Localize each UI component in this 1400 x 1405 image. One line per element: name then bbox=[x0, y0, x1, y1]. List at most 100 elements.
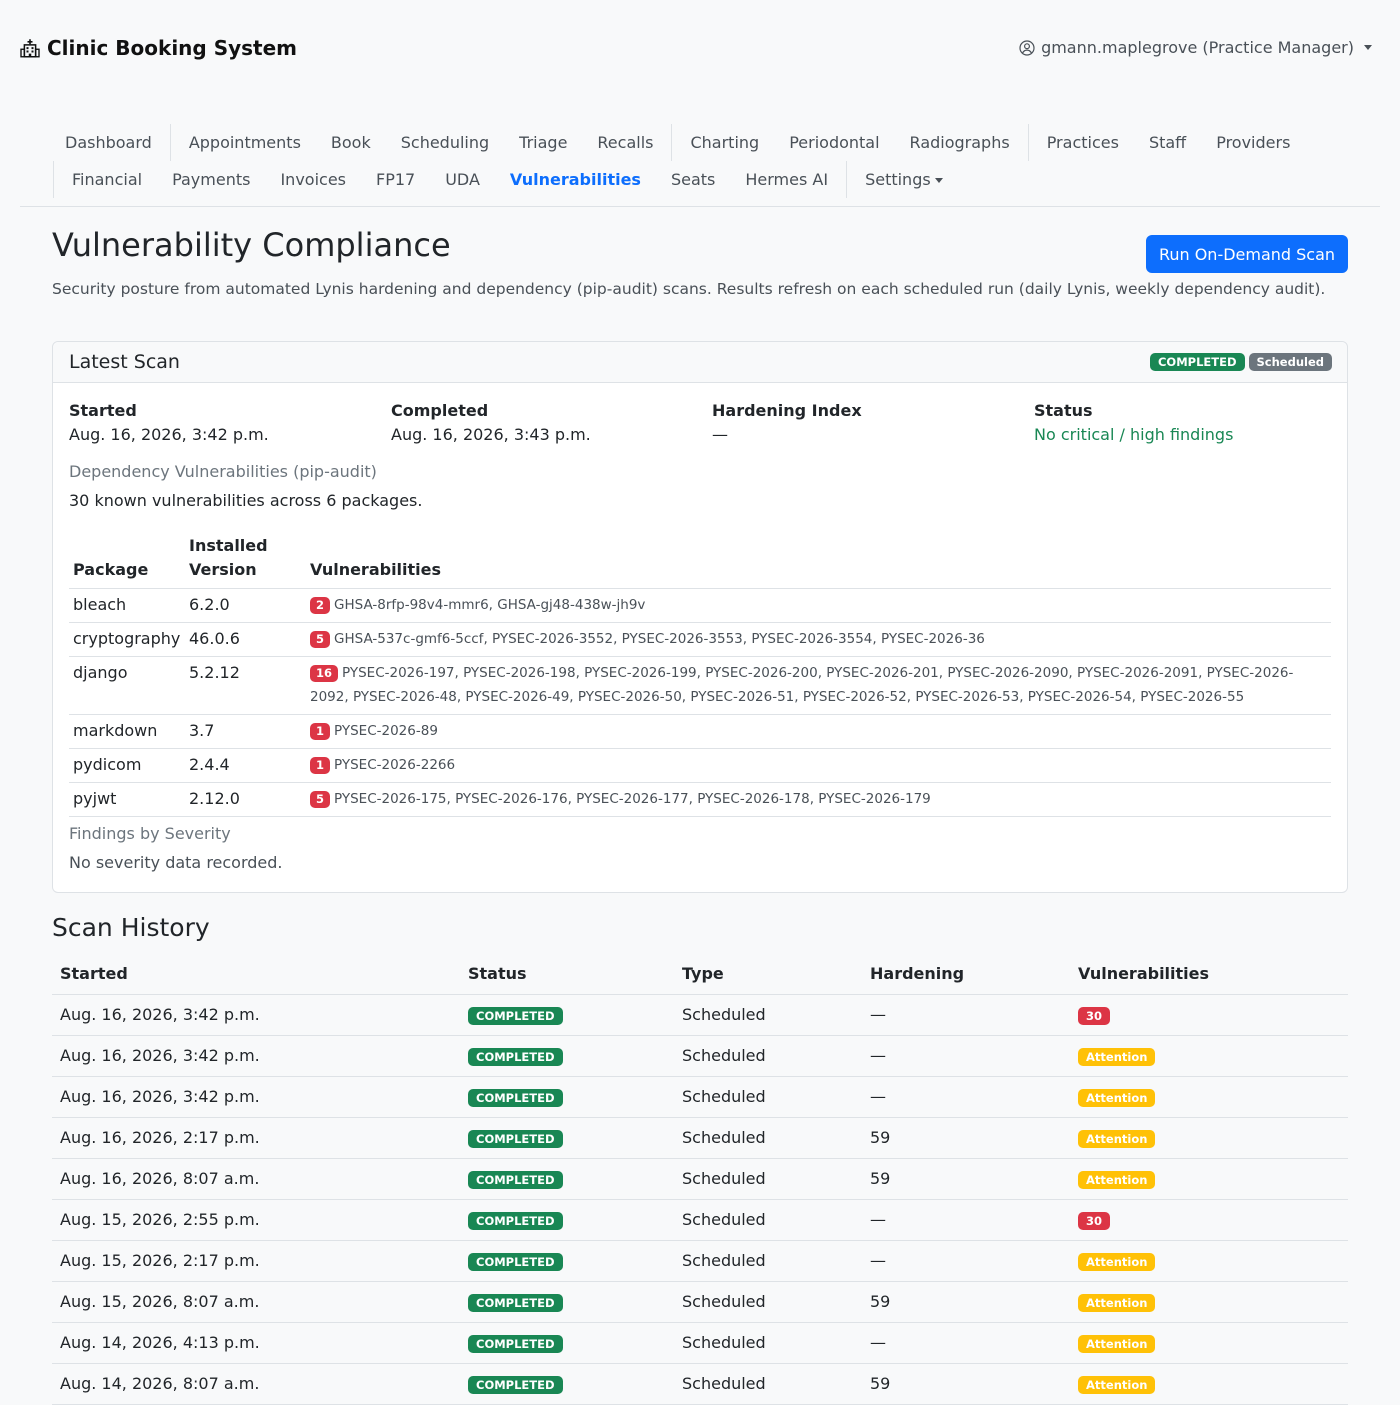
nav-financial[interactable]: Financial bbox=[57, 163, 157, 196]
table-row[interactable]: Aug. 15, 2026, 2:17 p.m. COMPLETED Sched… bbox=[52, 1240, 1348, 1282]
nav-periodontal[interactable]: Periodontal bbox=[774, 126, 894, 159]
nav-invoices[interactable]: Invoices bbox=[265, 163, 361, 196]
run-on-demand-scan-button[interactable]: Run On-Demand Scan bbox=[1146, 235, 1348, 273]
table-row[interactable]: Aug. 16, 2026, 8:07 a.m. COMPLETED Sched… bbox=[52, 1158, 1348, 1200]
package-name: markdown bbox=[69, 714, 185, 749]
hospital-icon bbox=[20, 39, 40, 58]
scan-vulnerabilities-cell: 30 bbox=[1070, 1199, 1348, 1241]
nav-providers[interactable]: Providers bbox=[1201, 126, 1305, 159]
nav-radiographs[interactable]: Radiographs bbox=[895, 126, 1025, 159]
column-header: Vulnerabilities bbox=[1070, 954, 1348, 995]
scan-history-header: Started Status Type Hardening Vulnerabil… bbox=[52, 954, 1348, 995]
page-intro: Security posture from automated Lynis ha… bbox=[52, 280, 1326, 298]
vulnerability-cell: 16 PYSEC-2026-197, PYSEC-2026-198, PYSEC-… bbox=[306, 656, 1331, 715]
vulnerability-cell: 1 PYSEC-2026-2266 bbox=[306, 748, 1331, 783]
scan-status-cell: COMPLETED bbox=[460, 1076, 674, 1118]
table-row[interactable]: Aug. 14, 2026, 4:13 p.m. COMPLETED Sched… bbox=[52, 1322, 1348, 1364]
scan-status-cell: COMPLETED bbox=[460, 994, 674, 1036]
nav-settings-dropdown[interactable]: Settings bbox=[850, 163, 958, 196]
nav-scheduling[interactable]: Scheduling bbox=[386, 126, 504, 159]
attention-badge: Attention bbox=[1078, 1294, 1156, 1312]
table-row[interactable]: Aug. 15, 2026, 2:55 p.m. COMPLETED Sched… bbox=[52, 1199, 1348, 1241]
metric-label: Status bbox=[1034, 401, 1093, 420]
chevron-down-icon bbox=[1364, 45, 1372, 50]
scan-hardening: 59 bbox=[862, 1158, 1070, 1200]
nav-divider-line bbox=[20, 206, 1380, 207]
nav-fp17[interactable]: FP17 bbox=[361, 163, 430, 196]
vulnerability-ids: PYSEC-2026-89 bbox=[334, 723, 438, 739]
table-row: pydicom 2.4.4 1 PYSEC-2026-2266 bbox=[69, 748, 1331, 783]
metric-started: Started Aug. 16, 2026, 3:42 p.m. bbox=[69, 399, 389, 447]
scan-status-cell: COMPLETED bbox=[460, 1117, 674, 1159]
status-badge: COMPLETED bbox=[1149, 353, 1245, 371]
nav-appointments[interactable]: Appointments bbox=[174, 126, 316, 159]
app-title: Clinic Booking System bbox=[47, 36, 298, 60]
scan-type: Scheduled bbox=[674, 1363, 862, 1405]
table-row[interactable]: Aug. 16, 2026, 2:17 p.m. COMPLETED Sched… bbox=[52, 1117, 1348, 1159]
vulnerability-ids: PYSEC-2026-2266 bbox=[334, 757, 456, 773]
scan-started: Aug. 14, 2026, 8:07 a.m. bbox=[52, 1363, 460, 1405]
nav-divider bbox=[169, 124, 171, 161]
table-row[interactable]: Aug. 15, 2026, 8:07 a.m. COMPLETED Sched… bbox=[52, 1281, 1348, 1323]
nav-recalls[interactable]: Recalls bbox=[582, 126, 668, 159]
scan-vulnerabilities-cell: Attention bbox=[1070, 1117, 1348, 1159]
table-row: pyjwt 2.12.0 5 PYSEC-2026-175, PYSEC-2026… bbox=[69, 782, 1331, 817]
nav-payments[interactable]: Payments bbox=[157, 163, 265, 196]
scan-status-cell: COMPLETED bbox=[460, 1281, 674, 1323]
nav-seats[interactable]: Seats bbox=[656, 163, 730, 196]
scan-history-title: Scan History bbox=[52, 913, 210, 942]
scan-status-cell: COMPLETED bbox=[460, 1240, 674, 1282]
table-row[interactable]: Aug. 16, 2026, 3:42 p.m. COMPLETED Sched… bbox=[52, 1035, 1348, 1077]
scan-started: Aug. 15, 2026, 2:17 p.m. bbox=[52, 1240, 460, 1282]
nav-triage[interactable]: Triage bbox=[504, 126, 582, 159]
table-row: cryptography 46.0.6 5 GHSA-537c-gmf6-5ccf… bbox=[69, 622, 1331, 657]
dependency-section-title: Dependency Vulnerabilities (pip-audit) bbox=[69, 462, 377, 481]
scan-status-cell: COMPLETED bbox=[460, 1322, 674, 1364]
nav-practices[interactable]: Practices bbox=[1032, 126, 1134, 159]
package-version: 2.12.0 bbox=[185, 782, 306, 817]
package-name: bleach bbox=[69, 588, 185, 623]
scan-type: Scheduled bbox=[674, 1076, 862, 1118]
nav-charting[interactable]: Charting bbox=[675, 126, 774, 159]
brand[interactable]: Clinic Booking System bbox=[20, 36, 297, 60]
nav-vulnerabilities[interactable]: Vulnerabilities bbox=[495, 163, 656, 196]
main-nav-row-2: Financial Payments Invoices FP17 UDA Vul… bbox=[50, 161, 958, 198]
scan-hardening: — bbox=[862, 1076, 1070, 1118]
main-nav-row-1: Dashboard Appointments Book Scheduling T… bbox=[50, 124, 1305, 161]
scan-hardening: 59 bbox=[862, 1117, 1070, 1159]
metric-value: Aug. 16, 2026, 3:42 p.m. bbox=[69, 425, 269, 444]
status-badge: COMPLETED bbox=[468, 1130, 563, 1148]
scan-started: Aug. 14, 2026, 4:13 p.m. bbox=[52, 1322, 460, 1364]
dependency-summary: 30 known vulnerabilities across 6 packag… bbox=[69, 491, 423, 510]
count-badge: 1 bbox=[310, 757, 331, 774]
column-header: Installed Version bbox=[185, 532, 306, 589]
metric-value: No critical / high findings bbox=[1034, 425, 1234, 444]
user-menu[interactable]: gmann.maplegrove (Practice Manager) bbox=[1019, 38, 1372, 57]
package-name: django bbox=[69, 656, 185, 715]
scan-vulnerabilities-cell: Attention bbox=[1070, 1158, 1348, 1200]
table-row[interactable]: Aug. 16, 2026, 3:42 p.m. COMPLETED Sched… bbox=[52, 994, 1348, 1036]
scan-status-cell: COMPLETED bbox=[460, 1158, 674, 1200]
nav-staff[interactable]: Staff bbox=[1134, 126, 1201, 159]
metric-hardening-index: Hardening Index — bbox=[712, 399, 1032, 447]
vulnerability-cell: 5 PYSEC-2026-175, PYSEC-2026-176, PYSEC-2… bbox=[306, 782, 1331, 817]
package-version: 6.2.0 bbox=[185, 588, 306, 623]
table-row[interactable]: Aug. 14, 2026, 8:07 a.m. COMPLETED Sched… bbox=[52, 1363, 1348, 1405]
attention-badge: Attention bbox=[1078, 1376, 1156, 1394]
nav-dashboard[interactable]: Dashboard bbox=[50, 126, 167, 159]
scan-type: Scheduled bbox=[674, 1199, 862, 1241]
nav-uda[interactable]: UDA bbox=[430, 163, 495, 196]
vulnerability-cell: 1 PYSEC-2026-89 bbox=[306, 714, 1331, 749]
column-header: Package bbox=[69, 532, 185, 589]
nav-book[interactable]: Book bbox=[316, 126, 386, 159]
table-row[interactable]: Aug. 16, 2026, 3:42 p.m. COMPLETED Sched… bbox=[52, 1076, 1348, 1118]
scan-vulnerabilities-cell: Attention bbox=[1070, 1281, 1348, 1323]
table-row: bleach 6.2.0 2 GHSA-8rfp-98v4-mmr6, GHSA-… bbox=[69, 588, 1331, 623]
scan-vulnerabilities-cell: Attention bbox=[1070, 1363, 1348, 1405]
scan-type: Scheduled bbox=[674, 1322, 862, 1364]
chevron-down-icon bbox=[934, 178, 943, 183]
severity-note: No severity data recorded. bbox=[69, 853, 283, 872]
nav-hermes-ai[interactable]: Hermes AI bbox=[730, 163, 843, 196]
scan-hardening: 59 bbox=[862, 1281, 1070, 1323]
scan-vulnerabilities-cell: Attention bbox=[1070, 1035, 1348, 1077]
